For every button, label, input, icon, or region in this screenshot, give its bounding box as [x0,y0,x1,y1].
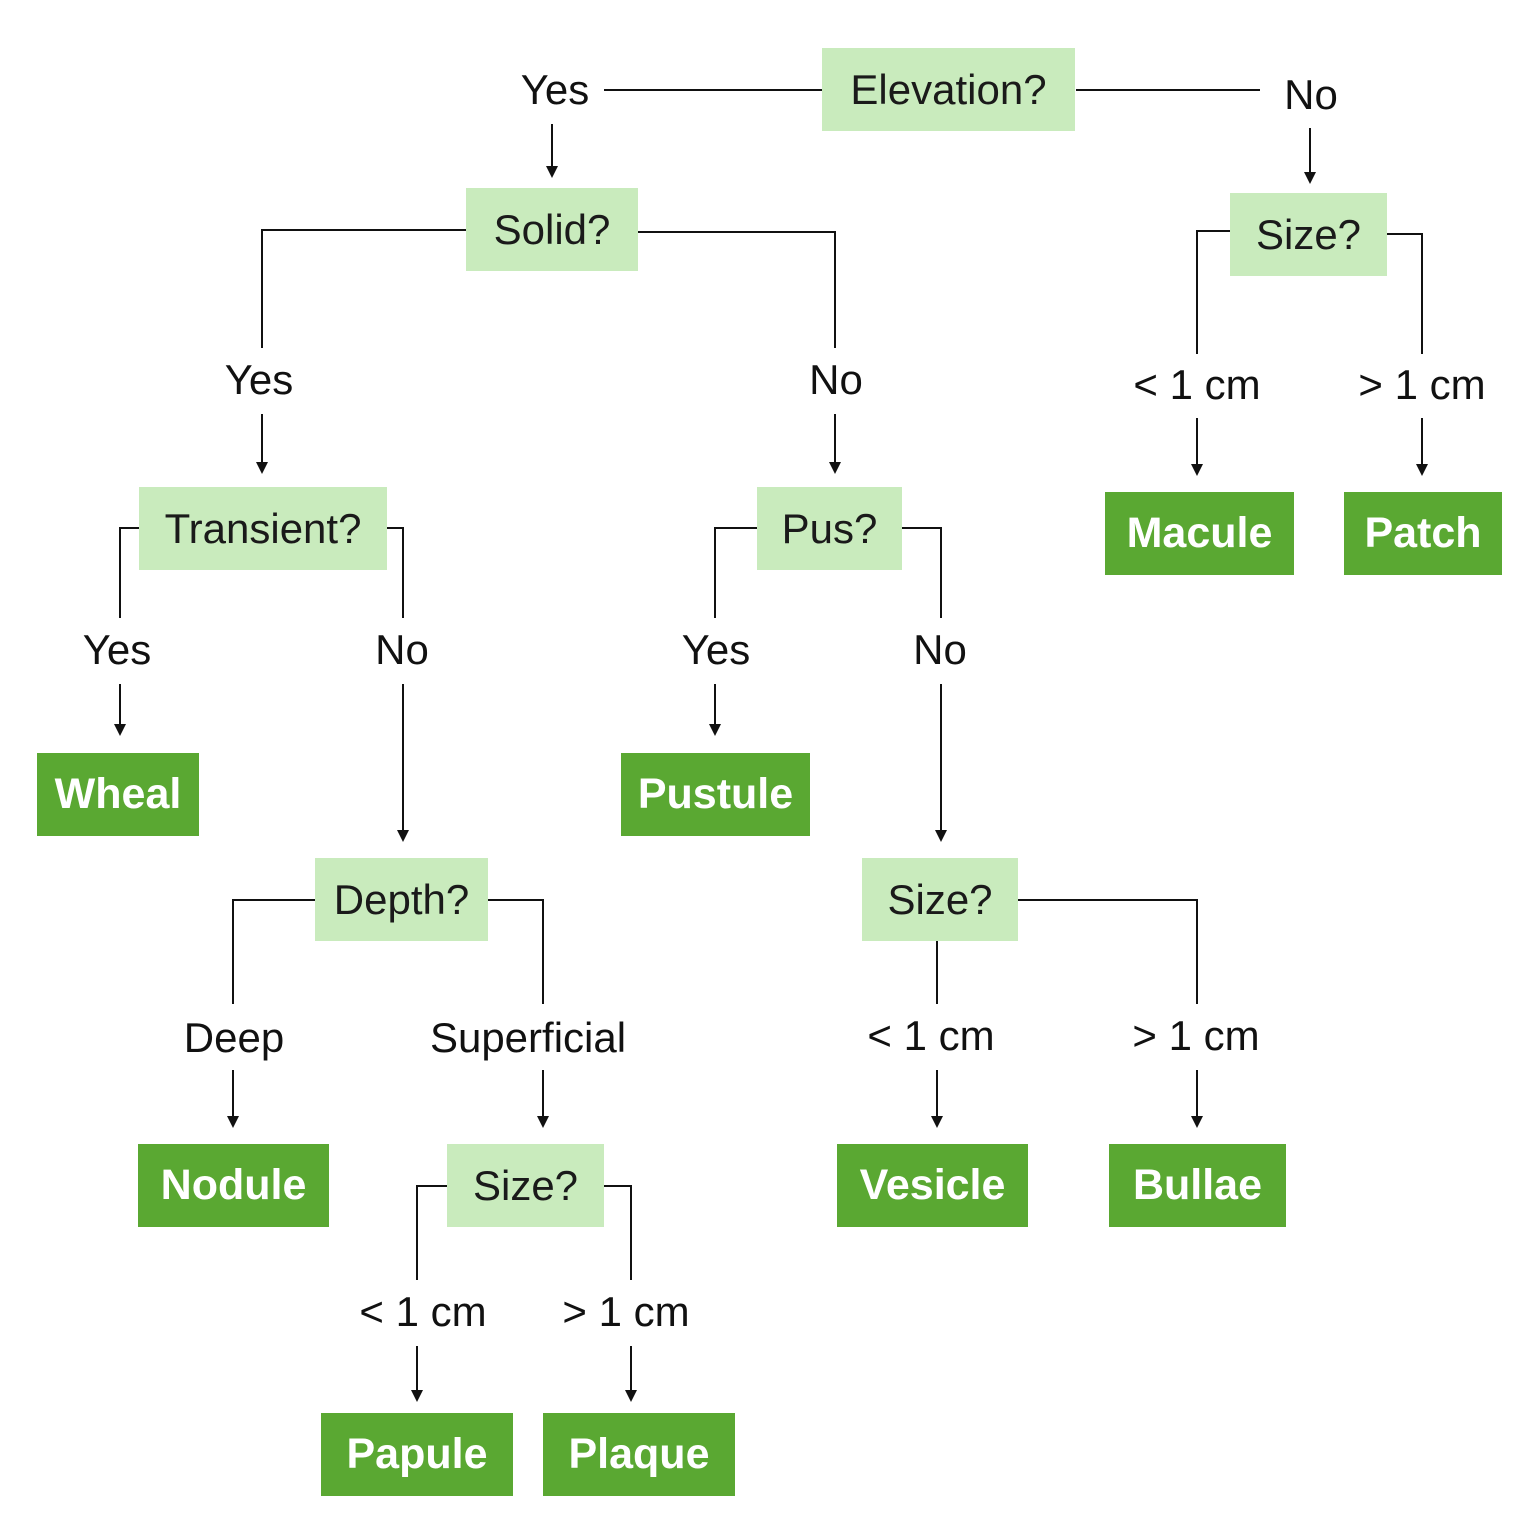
branch-size-flat-large: > 1 cm [1358,361,1486,408]
connector [488,899,544,1004]
connector [902,527,942,618]
arrowhead [411,1390,423,1402]
branch-depth-superficial: Superficial [429,1014,627,1061]
arrowhead [1191,1116,1203,1128]
arrowhead [1191,464,1203,476]
branch-size-flat-small: < 1 cm [1133,361,1261,408]
branch-elevation-yes: Yes [520,66,590,113]
arrowhead [397,830,409,842]
question-depth: Depth? [315,858,488,941]
arrowhead [546,166,558,178]
branch-size-fluid-large: > 1 cm [1132,1012,1260,1059]
arrowhead [709,724,721,736]
branch-solid-yes: Yes [224,356,294,403]
result-macule: Macule [1105,492,1294,575]
result-plaque: Plaque [543,1413,735,1496]
result-pustule: Pustule [621,753,810,836]
question-pus: Pus? [757,487,902,570]
arrowhead [114,724,126,736]
result-patch: Patch [1344,492,1502,575]
question-size-flat: Size? [1230,193,1387,276]
branch-pus-no: No [913,626,967,673]
arrowhead [537,1116,549,1128]
connector [1387,233,1423,354]
question-solid: Solid? [466,188,638,271]
arrowhead [829,462,841,474]
arrowhead [625,1390,637,1402]
connector [638,231,836,348]
connector [232,899,315,1004]
question-elevation: Elevation? [822,48,1075,131]
question-size-fluid: Size? [862,858,1018,941]
result-papule: Papule [321,1413,513,1496]
arrowhead [227,1116,239,1128]
connector [714,527,757,618]
result-vesicle: Vesicle [837,1144,1028,1227]
branch-solid-no: No [809,356,863,403]
connector [261,229,466,348]
connector [604,1185,632,1280]
branch-size-superficial-small: < 1 cm [359,1288,487,1335]
arrowhead [1304,172,1316,184]
branch-transient-yes: Yes [82,626,152,673]
branch-depth-deep: Deep [183,1014,285,1061]
connector [387,527,404,618]
result-wheal: Wheal [37,753,199,836]
connector [1018,899,1198,1004]
result-nodule: Nodule [138,1144,329,1227]
connector [416,1185,447,1280]
lesion-decision-tree: Elevation? Solid? Size? Transient? Pus? … [0,0,1536,1536]
arrowhead [1416,464,1428,476]
connector [119,527,139,618]
question-size-superficial: Size? [447,1144,604,1227]
branch-size-fluid-small: < 1 cm [867,1012,995,1059]
branch-size-superficial-large: > 1 cm [562,1288,690,1335]
question-transient: Transient? [139,487,387,570]
arrowhead [931,1116,943,1128]
result-bullae: Bullae [1109,1144,1286,1227]
branch-elevation-no: No [1284,71,1338,118]
branch-transient-no: No [375,626,429,673]
arrowhead [935,830,947,842]
arrowhead [256,462,268,474]
connector [1196,230,1230,354]
branch-pus-yes: Yes [681,626,751,673]
